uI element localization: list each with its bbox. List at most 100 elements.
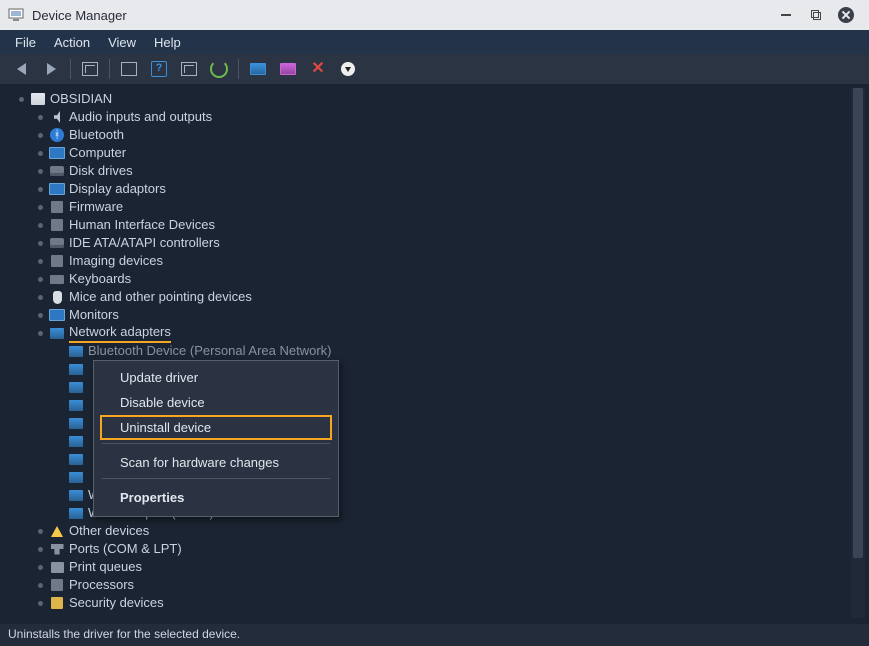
ctx-properties[interactable]: Properties [100, 485, 332, 510]
expander-icon[interactable] [35, 202, 46, 213]
category-other[interactable]: Other devices [6, 522, 861, 540]
expander-icon[interactable] [35, 274, 46, 285]
lock-icon [49, 595, 65, 611]
printer-icon [49, 559, 65, 575]
help-icon: ? [151, 61, 167, 77]
action-options-button[interactable] [176, 56, 202, 82]
category-ide[interactable]: IDE ATA/ATAPI controllers [6, 234, 861, 252]
keyboard-icon [49, 271, 65, 287]
back-icon [17, 63, 26, 75]
display-icon [49, 181, 65, 197]
netadapter-icon [68, 415, 84, 431]
bluetooth-icon: ᚼ [49, 127, 65, 143]
netadapter-icon [68, 451, 84, 467]
category-mice[interactable]: Mice and other pointing devices [6, 288, 861, 306]
ctx-update-driver[interactable]: Update driver [100, 365, 332, 390]
options-icon [181, 62, 197, 76]
ctx-uninstall-device[interactable]: Uninstall device [100, 415, 332, 440]
expander-icon[interactable] [35, 328, 46, 339]
scrollbar-thumb[interactable] [853, 88, 863, 558]
show-hide-console-tree-button[interactable] [77, 56, 103, 82]
ctx-disable-device[interactable]: Disable device [100, 390, 332, 415]
category-imaging[interactable]: Imaging devices [6, 252, 861, 270]
expander-icon[interactable] [35, 580, 46, 591]
tree-root[interactable]: OBSIDIAN [6, 90, 861, 108]
menu-help[interactable]: Help [145, 33, 190, 52]
properties-icon [121, 62, 137, 76]
forward-button[interactable] [38, 56, 64, 82]
update-driver-icon [250, 63, 266, 75]
chip-icon [49, 199, 65, 215]
hdd-icon [49, 163, 65, 179]
category-display[interactable]: Display adaptors [6, 180, 861, 198]
category-ports[interactable]: Ports (COM & LPT) [6, 540, 861, 558]
expander-icon[interactable] [35, 292, 46, 303]
monitor-icon [49, 145, 65, 161]
expander-icon[interactable] [35, 598, 46, 609]
menu-action[interactable]: Action [45, 33, 99, 52]
close-icon [838, 7, 854, 23]
back-button[interactable] [8, 56, 34, 82]
scan-hardware-button[interactable] [206, 56, 232, 82]
forward-icon [47, 63, 56, 75]
ctx-separator [102, 478, 330, 479]
device-tree[interactable]: OBSIDIAN Audio inputs and outputs ᚼBluet… [4, 84, 865, 618]
menu-file[interactable]: File [6, 33, 45, 52]
expander-icon[interactable] [35, 526, 46, 537]
device-bt-pan[interactable]: Bluetooth Device (Personal Area Network) [6, 342, 861, 360]
expander-icon[interactable] [35, 220, 46, 231]
category-firmware[interactable]: Firmware [6, 198, 861, 216]
category-keyboards[interactable]: Keyboards [6, 270, 861, 288]
root-label: OBSIDIAN [50, 90, 112, 108]
console-tree-icon [82, 62, 98, 76]
netadapter-icon [68, 505, 84, 521]
category-printq[interactable]: Print queues [6, 558, 861, 576]
category-processors[interactable]: Processors [6, 576, 861, 594]
category-disk[interactable]: Disk drives [6, 162, 861, 180]
ide-icon [49, 235, 65, 251]
warning-icon [49, 523, 65, 539]
maximize-button[interactable] [801, 0, 831, 30]
category-audio[interactable]: Audio inputs and outputs [6, 108, 861, 126]
status-text: Uninstalls the driver for the selected d… [8, 627, 240, 641]
category-network[interactable]: Network adapters [6, 324, 861, 342]
maximize-icon [811, 10, 821, 20]
netadapter-icon [68, 487, 84, 503]
expander-icon[interactable] [35, 166, 46, 177]
expander-icon[interactable] [35, 148, 46, 159]
uninstall-device-button[interactable]: ✕ [305, 56, 331, 82]
update-driver-button[interactable] [245, 56, 271, 82]
expander-icon[interactable] [35, 544, 46, 555]
properties-button[interactable] [116, 56, 142, 82]
expander-icon[interactable] [35, 238, 46, 249]
status-bar: Uninstalls the driver for the selected d… [0, 624, 869, 646]
expander-icon[interactable] [35, 184, 46, 195]
vertical-scrollbar[interactable] [851, 88, 865, 618]
close-button[interactable] [831, 0, 861, 30]
minimize-button[interactable] [771, 0, 801, 30]
toolbar-separator [70, 59, 71, 79]
menu-view[interactable]: View [99, 33, 145, 52]
help-button[interactable]: ? [146, 56, 172, 82]
expander-icon[interactable] [35, 562, 46, 573]
category-monitors[interactable]: Monitors [6, 306, 861, 324]
menubar: File Action View Help [0, 30, 869, 54]
expander-icon[interactable] [35, 310, 46, 321]
ctx-scan-hardware[interactable]: Scan for hardware changes [100, 450, 332, 475]
category-bluetooth[interactable]: ᚼBluetooth [6, 126, 861, 144]
cpu-icon [49, 577, 65, 593]
expander-icon[interactable] [35, 130, 46, 141]
category-security[interactable]: Security devices [6, 594, 861, 612]
expander-icon[interactable] [35, 256, 46, 267]
netadapter-icon [68, 379, 84, 395]
expander-icon[interactable] [35, 112, 46, 123]
netadapter-icon [68, 361, 84, 377]
category-computer[interactable]: Computer [6, 144, 861, 162]
dropdown-button[interactable] [335, 56, 361, 82]
category-hid[interactable]: Human Interface Devices [6, 216, 861, 234]
netadapter-icon [68, 469, 84, 485]
expander-icon[interactable] [16, 94, 27, 105]
disable-device-button[interactable] [275, 56, 301, 82]
toolbar-separator [109, 59, 110, 79]
netadapter-icon [68, 343, 84, 359]
